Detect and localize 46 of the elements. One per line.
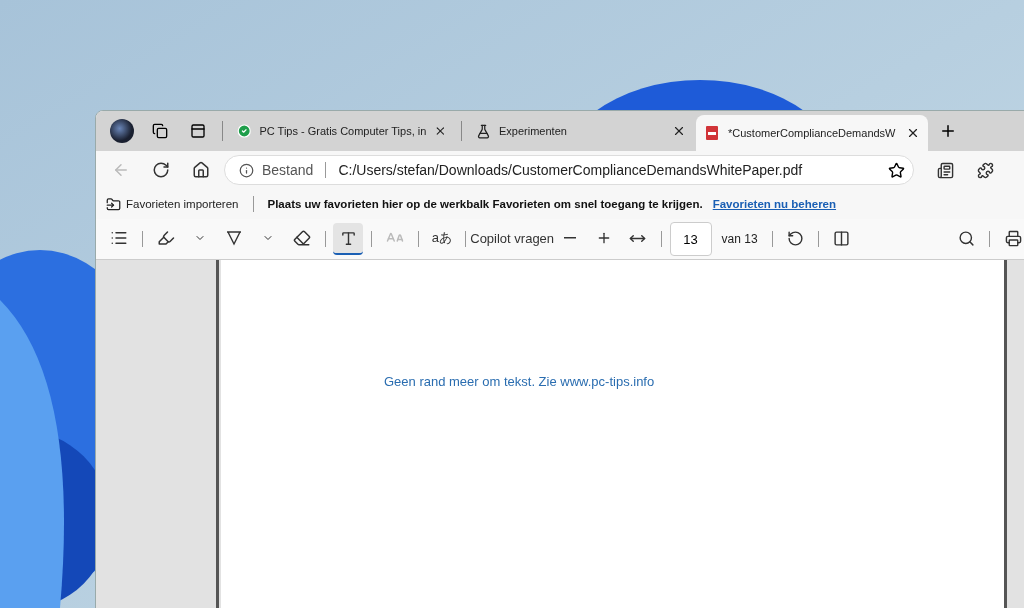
site-info-label: Bestand [262,162,314,178]
import-favorites-button[interactable]: Favorieten importeren [106,196,239,212]
page-number-field[interactable]: 13 [669,222,712,256]
flask-icon [476,123,491,139]
page-total: van 13 [721,232,758,246]
newspaper-icon [936,161,954,179]
star-icon[interactable] [888,161,905,179]
tab-title: PC Tips - Gratis Computer Tips, in [259,125,427,137]
tab-title: Experimenten [499,125,568,137]
eraser-icon [292,229,311,247]
highlighter-icon [156,229,175,247]
panel-icon [190,123,206,139]
reload-icon [152,161,170,179]
minus-icon [563,237,576,239]
copilot-button[interactable]: Copilot vragen [473,223,551,255]
browser-tab[interactable]: Experimenten [468,115,694,147]
tab-title: *CustomerComplianceDemandsW [728,127,897,139]
rotate-icon [786,229,804,247]
draw-icon [224,229,243,247]
favorites-hint: Plaats uw favorieten hier op de werkbalk Favorieten om snel toegang te krijgen. [267,198,703,210]
home-icon [192,161,210,179]
manage-favorites-link[interactable]: Favorieten nu beheren [712,198,837,210]
browser-tab[interactable]: *CustomerComplianceDemandsW [696,115,928,151]
close-icon[interactable] [434,124,447,138]
address-bar[interactable]: Bestand C:/Users/stefan/Downloads/CustomerComplianceDemandsWhitePaper.pdf [224,155,914,185]
list-icon [110,229,128,247]
browser-tab[interactable]: PC Tips - Gratis Computer Tips, in [229,115,455,147]
text-icon [339,229,357,247]
close-icon[interactable] [672,124,686,138]
translate-button[interactable]: aあ [426,223,457,255]
checkmark-icon [237,123,252,139]
url-text: C:/Users/stefan/Downloads/CustomerComplianceDemandsWhitePaper.pdf [338,162,804,178]
document-text: Geen rand meer om tekst. Zie www.pc-tips.info [384,374,655,389]
pdf-file-icon [704,125,720,141]
info-icon [239,162,254,178]
plus-icon [939,122,957,140]
puzzle-icon [976,161,994,179]
back-icon [112,161,130,179]
printer-icon [1004,229,1022,247]
workspaces-icon [152,123,168,139]
page-view-icon [833,229,851,247]
avatar-icon [110,119,134,143]
search-icon [957,229,975,247]
close-icon[interactable] [906,126,920,140]
folder-icon [106,196,121,212]
text-tool-button[interactable] [333,223,364,255]
